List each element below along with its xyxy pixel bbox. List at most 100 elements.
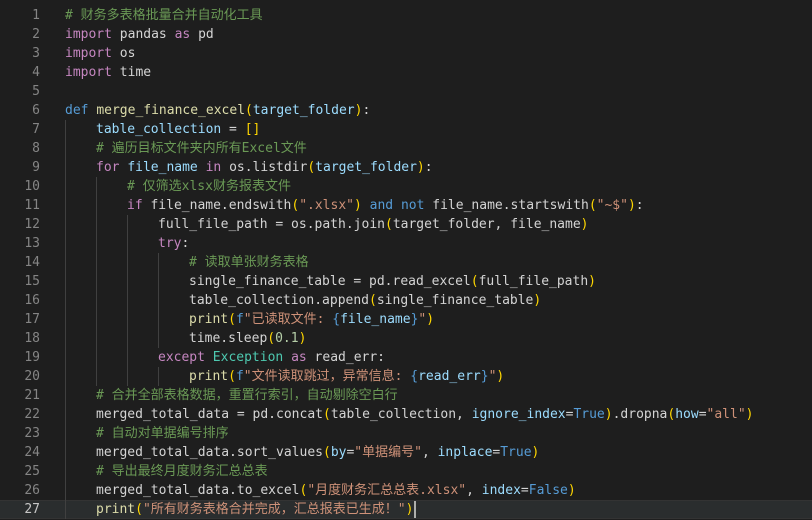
indent-guide [96,196,97,215]
code-token: table_collection [96,122,222,137]
line-number: 10 [24,179,40,194]
code-line[interactable]: 9 for file_name in os.listdir(target_fold… [0,158,812,177]
code-token: merged_total_data.sort_values [96,445,323,460]
code-line[interactable]: 6 def merge_finance_excel(target_folder): [0,101,812,120]
line-number: 14 [24,255,40,270]
code-line[interactable]: 22 merged_total_data = pd.concat(table_co… [0,405,812,424]
code-line[interactable]: 11 if file_name.endswith (".xlsx") and not… [0,196,812,215]
line-number: 23 [24,426,40,441]
code-token: .dropna [612,407,668,422]
code-token: True [500,445,532,460]
code-token: if [127,198,143,213]
code-token: pd [190,27,214,42]
indent-guide [127,272,128,291]
code-token: for [96,160,120,175]
code-token: ) [298,331,307,346]
code-line[interactable]: 2 import pandas as pd [0,25,812,44]
code-line[interactable]: 20 print(f"文件读取跳过，异常信息: {read_err}") [0,367,812,386]
code-line[interactable]: 4 import time [0,63,812,82]
code-token: full_file_path = os.path.join [158,217,385,232]
code-token: def [65,103,89,118]
line-number: 7 [32,122,40,137]
code-token: Exception [212,350,284,365]
code-token: target_folder, file_name [392,217,581,232]
code-line[interactable]: 27 print("所有财务表格合并完成，汇总报表已生成！") [0,500,812,519]
code-line[interactable]: 1 # 财务多表格批量合并自动化工具 [0,6,812,25]
code-token: # 导出最终月度财务汇总总表 [96,464,268,479]
code-text: print(f"已读取文件: {file_name}") [189,310,434,329]
code-text: print("所有财务表格合并完成，汇总报表已生成！") [96,500,413,519]
code-token: "all" [706,407,746,422]
indent-guide [127,310,128,329]
line-number: 18 [24,331,40,346]
text-cursor [414,501,416,518]
code-token: ( [267,331,276,346]
code-line[interactable]: 14 # 读取单张财务表格 [0,253,812,272]
line-number: 25 [24,464,40,479]
code-token: ( [135,502,143,517]
line-number: 5 [32,84,40,99]
code-token: import [65,46,112,61]
code-token: = [520,483,529,498]
scrolled-off-line-fragment [0,0,812,5]
code-line[interactable]: 5 [0,82,812,101]
code-line[interactable]: 23 # 自动对单据编号排序 [0,424,812,443]
code-token: "~$" [596,198,628,213]
code-token: "文件读取跳过，异常信息: [243,369,411,384]
code-token: "单据编号" [354,445,422,460]
code-token: : [424,160,433,175]
code-token: : [362,103,371,118]
code-text: # 导出最终月度财务汇总总表 [96,462,268,481]
code-line[interactable]: 16 table_collection.append(single_finance… [0,291,812,310]
line-number: 17 [24,312,40,327]
code-token: f [235,312,244,327]
code-token: ) [426,312,435,327]
code-line[interactable]: 25 # 导出最终月度财务汇总总表 [0,462,812,481]
code-text: merged_total_data = pd.concat(table_coll… [96,405,754,424]
code-token: merged_total_data = pd.concat [96,407,323,422]
code-line[interactable]: 18 time.sleep(0.1) [0,329,812,348]
code-line[interactable]: 7 table_collection = [] [0,120,812,139]
code-token: : [635,198,644,213]
code-text: import os [65,44,135,63]
code-token: pandas [111,27,175,42]
code-line[interactable]: 8 # 遍历目标文件夹内所有Excel文件 [0,139,812,158]
line-number: 12 [24,217,40,232]
code-token: target_folder [252,103,355,118]
code-text: time.sleep(0.1) [189,329,306,348]
indent-guide [96,291,97,310]
code-line[interactable]: 17 print(f"已读取文件: {file_name}") [0,310,812,329]
indent-guide [158,310,159,329]
code-editor[interactable]: 1 # 财务多表格批量合并自动化工具 2 import pandas as pd 3 im… [0,0,812,520]
code-token: "月度财务汇总总表.xlsx" [307,483,467,498]
code-line[interactable]: 24 merged_total_data.sort_values(by="单据编号… [0,443,812,462]
indent-guide [65,500,66,519]
code-token: full_file_path [478,274,589,289]
indent-guide [127,215,128,234]
indent-guide [65,215,66,234]
code-text: single_finance_table = pd.read_excel(ful… [189,272,596,291]
code-token: inplace [437,445,493,460]
code-line[interactable]: 21 # 合并全部表格数据，重置行索引，自动剔除空白行 [0,386,812,405]
indent-guide [127,329,128,348]
indent-guide [65,253,66,272]
code-line[interactable]: 13 try: [0,234,812,253]
code-line[interactable]: 3 import os [0,44,812,63]
code-token: ) [496,369,505,384]
code-line[interactable]: 26 merged_total_data.to_excel("月度财务汇总总表.x… [0,481,812,500]
code-text: if file_name.endswith (".xlsx") and not f… [127,196,644,215]
code-line[interactable]: 10 # 仅筛选xlsx财务报表文件 [0,177,812,196]
code-line[interactable]: 15 single_finance_table = pd.read_excel(f… [0,272,812,291]
indent-guide [127,367,128,386]
code-token: ( [369,293,377,308]
code-line[interactable]: 12 full_file_path = os.path.join(target_f… [0,215,812,234]
indent-guide [96,367,97,386]
indent-guide [65,348,66,367]
indent-guide [127,234,128,253]
code-token: ) [604,407,613,422]
indent-guide [158,291,159,310]
code-token: f [235,369,244,384]
code-line[interactable]: 19 except Exception as read_err: [0,348,812,367]
indent-guide [96,329,97,348]
